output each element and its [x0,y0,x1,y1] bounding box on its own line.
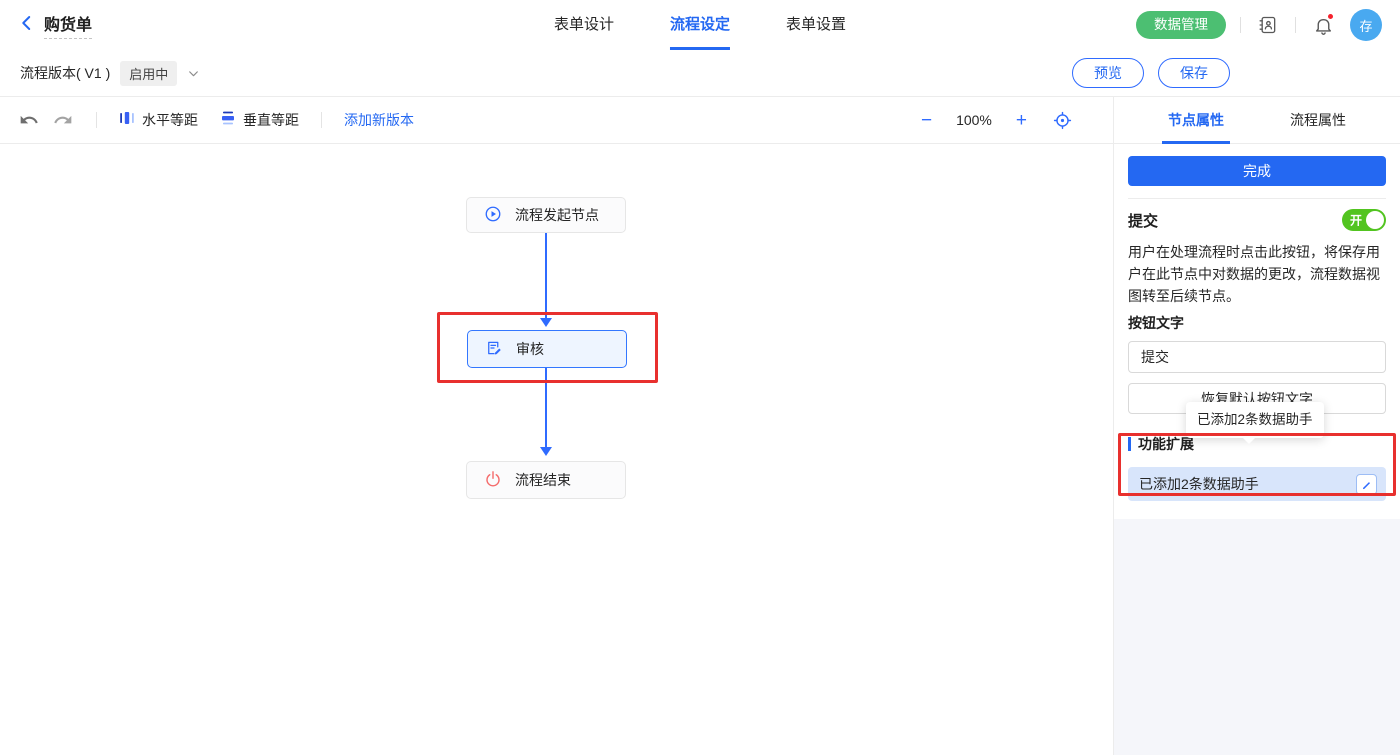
toggle-knob [1366,211,1384,229]
submit-description: 用户在处理流程时点击此按钮，将保存用户在此节点中对数据的更改，流程数据视图转至后… [1128,241,1386,307]
data-manage-button[interactable]: 数据管理 [1136,11,1226,39]
horizontal-spacing-button[interactable]: 水平等距 [119,110,198,131]
header-actions: 数据管理 存 [1136,9,1382,41]
vertical-spacing-icon [220,110,236,131]
node-properties-panel: 完成 提交 开 用户在处理流程时点击此按钮，将保存用户在此节点中对数据的更改，流… [1114,144,1400,755]
flow-canvas[interactable]: 流程发起节点 审核 流程结束 [0,144,1114,755]
zoom-level: 100% [956,112,992,128]
panel-content: 完成 提交 开 用户在处理流程时点击此按钮，将保存用户在此节点中对数据的更改，流… [1114,144,1400,519]
button-text-label: 按钮文字 [1128,313,1386,333]
submit-toggle[interactable]: 开 [1342,209,1386,231]
submit-setting-row: 提交 开 [1128,209,1386,231]
preview-button[interactable]: 预览 [1072,58,1144,88]
page-title[interactable]: 购货单 [44,11,92,39]
play-circle-icon [484,205,502,226]
header-tabs: 表单设计 流程设定 表单设置 [554,0,846,50]
flow-connector [545,368,547,448]
node-label: 审核 [516,339,544,359]
tab-form-setting[interactable]: 表单设置 [786,0,846,50]
data-assistant-row[interactable]: 已添加2条数据助手 [1128,467,1386,501]
zoom-out-button[interactable]: − [921,111,932,130]
back-icon [18,14,36,37]
flow-node-review[interactable]: 审核 [467,330,627,368]
undo-icon[interactable] [18,109,40,131]
divider [1295,17,1296,33]
add-version-link[interactable]: 添加新版本 [344,110,414,130]
power-icon [484,470,502,491]
horizontal-spacing-icon [119,110,135,131]
submit-label: 提交 [1128,210,1158,231]
horizontal-spacing-label: 水平等距 [142,110,198,130]
panel-tabs: 节点属性 流程属性 [1114,97,1400,143]
main-area: 流程发起节点 审核 流程结束 [0,144,1400,755]
divider [321,112,322,128]
arrow-down-icon [540,447,552,456]
address-book-icon[interactable] [1255,12,1281,38]
edit-document-icon [485,339,503,360]
tab-flow-setting[interactable]: 流程设定 [670,0,730,50]
flow-connector [545,233,547,319]
divider [1240,17,1241,33]
flow-node-end[interactable]: 流程结束 [466,461,626,499]
tab-flow-properties[interactable]: 流程属性 [1284,97,1352,144]
node-label: 流程结束 [515,470,571,490]
bell-icon[interactable] [1310,12,1336,38]
done-button[interactable]: 完成 [1128,156,1386,186]
tab-form-design[interactable]: 表单设计 [554,0,614,50]
chevron-down-icon[interactable] [187,67,200,80]
toolbar-band: 水平等距 垂直等距 添加新版本 − 100% + [0,97,1400,144]
divider [96,112,97,128]
save-button[interactable]: 保存 [1158,58,1230,88]
vertical-spacing-label: 垂直等距 [243,110,299,130]
version-label: 流程版本( V1 ) [20,63,110,83]
edit-pencil-icon[interactable] [1356,474,1377,495]
status-badge: 启用中 [120,61,177,86]
assistant-row-label: 已添加2条数据助手 [1139,474,1259,494]
vertical-spacing-button[interactable]: 垂直等距 [220,110,299,131]
assistant-tooltip: 已添加2条数据助手 [1186,402,1324,438]
version-bar: 流程版本( V1 ) 启用中 预览 保存 [0,50,1400,97]
divider [1128,198,1386,199]
button-text-input[interactable] [1128,341,1386,373]
node-label: 流程发起节点 [515,205,599,225]
notification-dot [1327,13,1334,20]
flow-node-start[interactable]: 流程发起节点 [466,197,626,233]
canvas-toolbar: 水平等距 垂直等距 添加新版本 − 100% + [0,97,1114,143]
avatar[interactable]: 存 [1350,9,1382,41]
zoom-in-button[interactable]: + [1016,111,1027,130]
redo-icon[interactable] [52,109,74,131]
toggle-on-label: 开 [1350,212,1362,229]
arrow-down-icon [540,318,552,327]
locate-icon[interactable] [1051,109,1073,131]
tab-node-properties[interactable]: 节点属性 [1162,97,1230,144]
app-header: 购货单 表单设计 流程设定 表单设置 数据管理 存 [0,0,1400,50]
zoom-controls: − 100% + [921,109,1073,131]
back-button[interactable]: 购货单 [18,11,92,39]
version-actions: 预览 保存 [1072,58,1380,88]
